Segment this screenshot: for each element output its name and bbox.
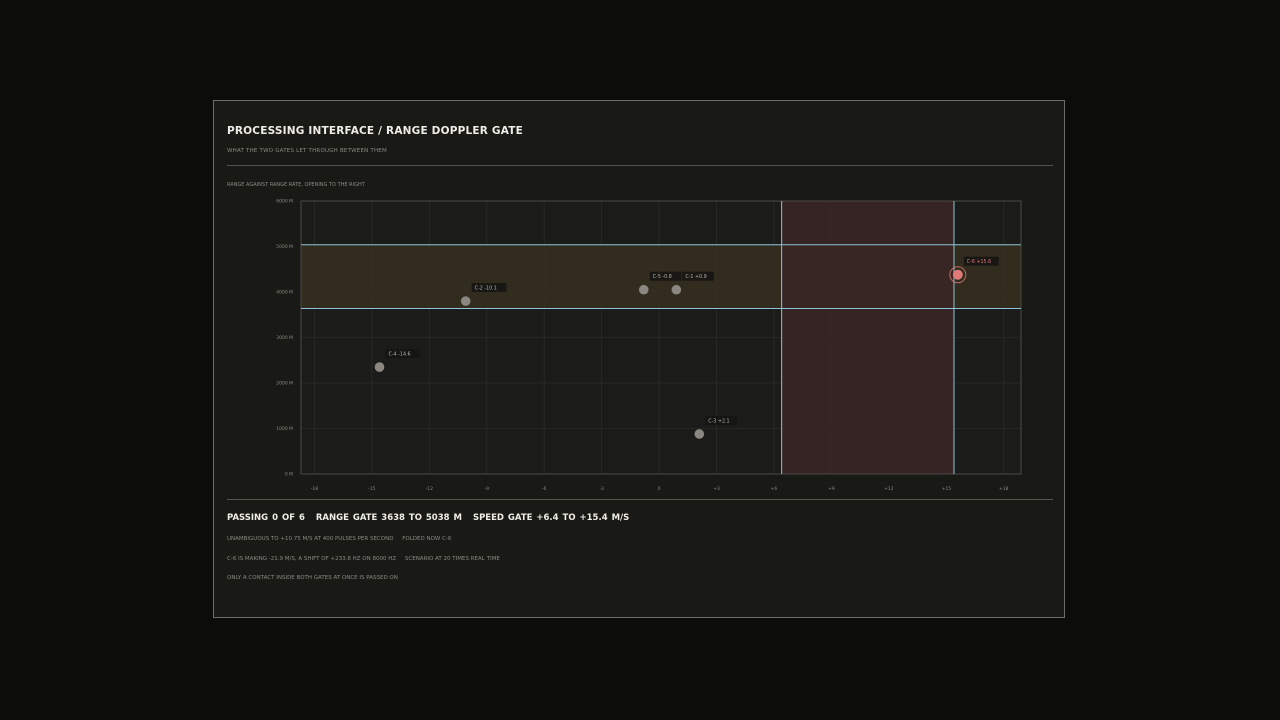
contact-label: C-5 -0.8 bbox=[653, 274, 672, 280]
divider-bottom bbox=[227, 499, 1053, 500]
x-tick-label: -6 bbox=[542, 486, 547, 492]
contact-label: C-4 -14.6 bbox=[389, 352, 411, 358]
rule-note: ONLY A CONTACT INSIDE BOTH GATES AT ONCE… bbox=[227, 575, 398, 581]
x-tick-label: -15 bbox=[368, 486, 375, 492]
doppler-note: C-6 IS MAKING -21.9 M/S, A SHIFT OF +233… bbox=[227, 556, 507, 562]
x-tick-label: +12 bbox=[884, 486, 894, 492]
doppler-shift-text: C-6 IS MAKING -21.9 M/S, A SHIFT OF +233… bbox=[227, 556, 397, 562]
x-tick-label: +15 bbox=[942, 486, 952, 492]
status-line: PASSING 0 OF 6 RANGE GATE 3638 TO 5038 M… bbox=[227, 513, 636, 523]
y-tick-label: 6000 M bbox=[276, 199, 293, 205]
y-tick-label: 4000 M bbox=[276, 290, 293, 296]
chart-caption: RANGE AGAINST RANGE RATE, OPENING TO THE… bbox=[227, 182, 365, 188]
x-tick-label: +18 bbox=[999, 486, 1009, 492]
range-gate-readout: RANGE GATE 3638 TO 5038 M bbox=[315, 513, 462, 523]
unambiguous-text: UNAMBIGUOUS TO +10.75 M/S AT 400 PULSES … bbox=[227, 536, 394, 542]
x-tick-label: -3 bbox=[599, 486, 604, 492]
page-subtitle: WHAT THE TWO GATES LET THROUGH BETWEEN T… bbox=[227, 148, 387, 154]
page-title: PROCESSING INTERFACE / RANGE DOPPLER GAT… bbox=[227, 125, 523, 137]
divider-top bbox=[227, 165, 1053, 166]
contact-label: C-6 +15.6 bbox=[967, 259, 991, 265]
ambiguity-note: UNAMBIGUOUS TO +10.75 M/S AT 400 PULSES … bbox=[227, 536, 458, 542]
scenario-speed-text: SCENARIO AT 20 TIMES REAL TIME bbox=[404, 556, 500, 562]
y-tick-label: 0 M bbox=[285, 472, 293, 478]
x-tick-label: +6 bbox=[771, 486, 778, 492]
x-tick-label: -18 bbox=[311, 486, 318, 492]
x-tick-label: +3 bbox=[713, 486, 720, 492]
speed-gate-readout: SPEED GATE +6.4 TO +15.4 M/S bbox=[472, 513, 630, 523]
x-tick-label: 0 bbox=[658, 486, 661, 492]
contact-marker bbox=[638, 284, 649, 295]
contact-label: C-3 +2.1 bbox=[708, 418, 729, 424]
y-tick-label: 5000 M bbox=[276, 244, 293, 250]
x-tick-label: +9 bbox=[828, 486, 835, 492]
speed-gate-band bbox=[781, 201, 954, 474]
contact-marker bbox=[460, 296, 471, 306]
y-tick-label: 1000 M bbox=[276, 426, 293, 432]
contact-label: C-2 -10.1 bbox=[475, 286, 497, 292]
folded-text: FOLDED NOW C-6 bbox=[402, 536, 452, 542]
folded-contact-marker bbox=[952, 269, 963, 280]
y-tick-label: 2000 M bbox=[276, 381, 293, 387]
x-tick-label: -12 bbox=[426, 486, 433, 492]
contact-label: C-1 +0.9 bbox=[685, 274, 706, 280]
range-doppler-panel: PROCESSING INTERFACE / RANGE DOPPLER GAT… bbox=[213, 100, 1065, 618]
contact-marker bbox=[671, 284, 682, 295]
passing-count: PASSING 0 OF 6 bbox=[227, 513, 305, 523]
x-tick-label: -9 bbox=[484, 486, 489, 492]
contact-marker bbox=[374, 362, 385, 372]
contact-marker bbox=[694, 429, 705, 439]
y-tick-label: 3000 M bbox=[276, 335, 293, 341]
